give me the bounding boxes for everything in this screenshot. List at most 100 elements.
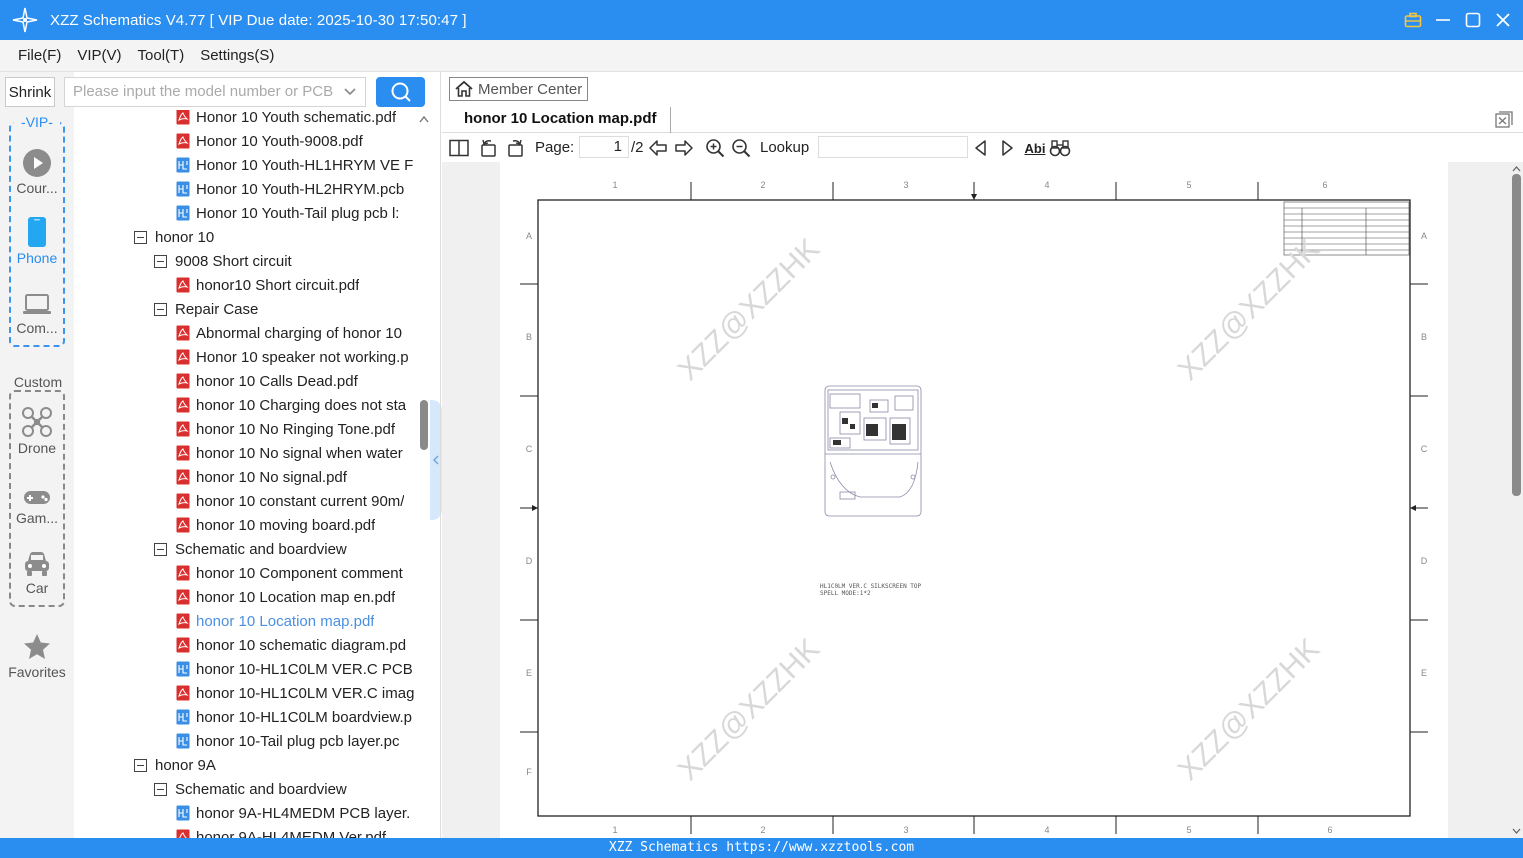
tree-file[interactable]: Honor 10 Youth-9008.pdf [176, 129, 416, 153]
close-tab-icon[interactable] [1495, 111, 1513, 129]
tree-item-label: Honor 10 Youth schematic.pdf [196, 110, 397, 126]
tree-item-label: honor 9A-HL4MEDM PCB layer. [196, 804, 411, 822]
tree-scroll-thumb[interactable] [420, 400, 428, 450]
binoculars-icon[interactable] [1049, 138, 1071, 158]
tree-file[interactable]: Honor 10 Youth-HL2HRYM.pcb [176, 177, 416, 201]
tree-folder[interactable]: Schematic and boardview [154, 777, 416, 801]
collapse-icon[interactable] [154, 302, 167, 316]
viewer-scroll-thumb[interactable] [1512, 174, 1521, 496]
nav-car[interactable]: Car [5, 544, 69, 596]
gamepad-icon [24, 491, 50, 504]
match-case-button[interactable]: Abi [1023, 138, 1047, 158]
pcb-file-icon [176, 157, 190, 173]
tree-file[interactable]: honor 10-Tail plug pcb layer.pc [176, 729, 416, 753]
close-button[interactable] [1493, 10, 1513, 30]
tree-folder[interactable]: honor 9A [134, 753, 416, 777]
sidebar-toggle-icon[interactable] [448, 138, 470, 158]
tree-item-label: honor 10 Component comment [196, 564, 403, 582]
find-next-icon[interactable] [996, 138, 1018, 158]
watermarks: XZZ@XZZHK XZZ@XZZHK XZZ@XZZHK XZZ@XZZHK [672, 232, 1326, 786]
tree-file[interactable]: honor 10 Location map en.pdf [176, 585, 416, 609]
window-title: XZZ Schematics V4.77 [ VIP Due date: 202… [50, 11, 467, 29]
tree-file[interactable]: honor 10 No signal.pdf [176, 465, 416, 489]
tree-folder[interactable]: Repair Case [154, 297, 416, 321]
tree-file[interactable]: Abnormal charging of honor 10 [176, 321, 416, 345]
tree-folder[interactable]: honor 10 [134, 225, 416, 249]
tree-file[interactable]: honor 10 schematic diagram.pd [176, 633, 416, 657]
menu-settings[interactable]: Settings(S) [200, 47, 274, 64]
tree-file[interactable]: honor 10 constant current 90m/ [176, 489, 416, 513]
collapse-icon[interactable] [154, 254, 167, 268]
collapse-icon[interactable] [134, 230, 147, 244]
viewer-scrollbar[interactable] [1510, 162, 1523, 838]
next-page-arrow-icon[interactable] [673, 138, 695, 158]
tree-file[interactable]: honor 10-HL1C0LM VER.C imag [176, 681, 416, 705]
menu-vip[interactable]: VIP(V) [77, 47, 121, 64]
tree-file[interactable]: honor 10 Location map.pdf [176, 609, 416, 633]
nav-courses[interactable]: Cour... [5, 144, 69, 196]
collapse-icon[interactable] [154, 542, 167, 556]
watermark-text: XZZ@XZZHK [1172, 232, 1326, 386]
tree-file[interactable]: honor 10-HL1C0LM boardview.p [176, 705, 416, 729]
member-center-button[interactable]: Member Center [449, 77, 588, 101]
tree-file[interactable]: honor 9A-HL4MEDM Ver.pdf [176, 825, 416, 838]
nav-favorites[interactable]: Favorites [5, 628, 69, 680]
tree-file[interactable]: Honor 10 Youth schematic.pdf [176, 110, 416, 129]
tree-file[interactable]: Honor 10 Youth-HL1HRYM VE F [176, 153, 416, 177]
pdf-file-icon [176, 613, 190, 629]
tree-file[interactable]: honor 10 No Ringing Tone.pdf [176, 417, 416, 441]
tree-item-label: Schematic and boardview [175, 540, 347, 558]
col-label: 5 [1186, 180, 1191, 190]
tree-file[interactable]: Honor 10 Youth-Tail plug pcb l: [176, 201, 416, 225]
tree-file[interactable]: honor 10 Charging does not sta [176, 393, 416, 417]
shrink-button[interactable]: Shrink [5, 77, 55, 107]
drone-icon [22, 407, 52, 437]
find-prev-icon[interactable] [970, 138, 992, 158]
tree-file[interactable]: honor 10 Calls Dead.pdf [176, 369, 416, 393]
row-label: A [1421, 231, 1427, 241]
tree-item-label: honor10 Short circuit.pdf [196, 276, 360, 294]
row-label: E [1421, 668, 1427, 678]
search-button[interactable] [376, 77, 425, 107]
tree-file[interactable]: honor 10 moving board.pdf [176, 513, 416, 537]
search-input[interactable]: Please input the model number or PCB [64, 77, 366, 107]
pdf-file-icon [176, 637, 190, 653]
collapse-icon[interactable] [134, 758, 147, 772]
lookup-input[interactable] [818, 136, 968, 158]
tree-file[interactable]: Honor 10 speaker not working.p [176, 345, 416, 369]
menu-tool[interactable]: Tool(T) [138, 47, 185, 64]
maximize-button[interactable] [1463, 10, 1483, 30]
nav-phone[interactable]: Phone [5, 214, 69, 266]
rotate-right-icon[interactable] [504, 138, 526, 158]
tree-file[interactable]: honor 9A-HL4MEDM PCB layer. [176, 801, 416, 825]
collapse-icon[interactable] [154, 782, 167, 796]
tree-file[interactable]: honor 10 Component comment [176, 561, 416, 585]
tree-file[interactable]: honor 10 No signal when water [176, 441, 416, 465]
prev-page-arrow-icon[interactable] [647, 138, 669, 158]
col-label: 5 [1186, 825, 1191, 835]
tab-location-map[interactable]: honor 10 Location map.pdf [464, 110, 657, 127]
pcb-file-icon [176, 181, 190, 197]
nav-drone[interactable]: Drone [5, 404, 69, 456]
tree-item-label: honor 9A [155, 756, 216, 774]
rotate-left-icon[interactable] [478, 138, 500, 158]
menu-file[interactable]: File(F) [18, 47, 61, 64]
tree-folder[interactable]: Schematic and boardview [154, 537, 416, 561]
watermark-text: XZZ@XZZHK [1172, 632, 1326, 786]
zoom-out-icon[interactable] [730, 138, 752, 158]
tree-file[interactable]: honor 10-HL1C0LM VER.C PCB l [176, 657, 416, 681]
tree-scrollbar[interactable] [418, 110, 430, 838]
page-number-input[interactable]: 1 [579, 136, 629, 158]
col-label: 4 [1044, 180, 1049, 190]
nav-games[interactable]: Gam... [5, 474, 69, 526]
pdf-viewer[interactable]: 1 2 3 4 5 6 1 2 3 4 5 6 A B C D E F A B [442, 162, 1510, 838]
tree-item-label: Honor 10 Youth-HL1HRYM VE F [196, 156, 414, 174]
zoom-in-icon[interactable] [704, 138, 726, 158]
pdf-page: 1 2 3 4 5 6 1 2 3 4 5 6 A B C D E F A B [500, 162, 1448, 838]
nav-computer[interactable]: Com... [5, 284, 69, 336]
minimize-button[interactable] [1433, 10, 1453, 30]
pane-splitter[interactable] [440, 72, 441, 838]
briefcase-icon[interactable] [1403, 10, 1423, 30]
tree-file[interactable]: honor10 Short circuit.pdf [176, 273, 416, 297]
tree-folder[interactable]: 9008 Short circuit [154, 249, 416, 273]
